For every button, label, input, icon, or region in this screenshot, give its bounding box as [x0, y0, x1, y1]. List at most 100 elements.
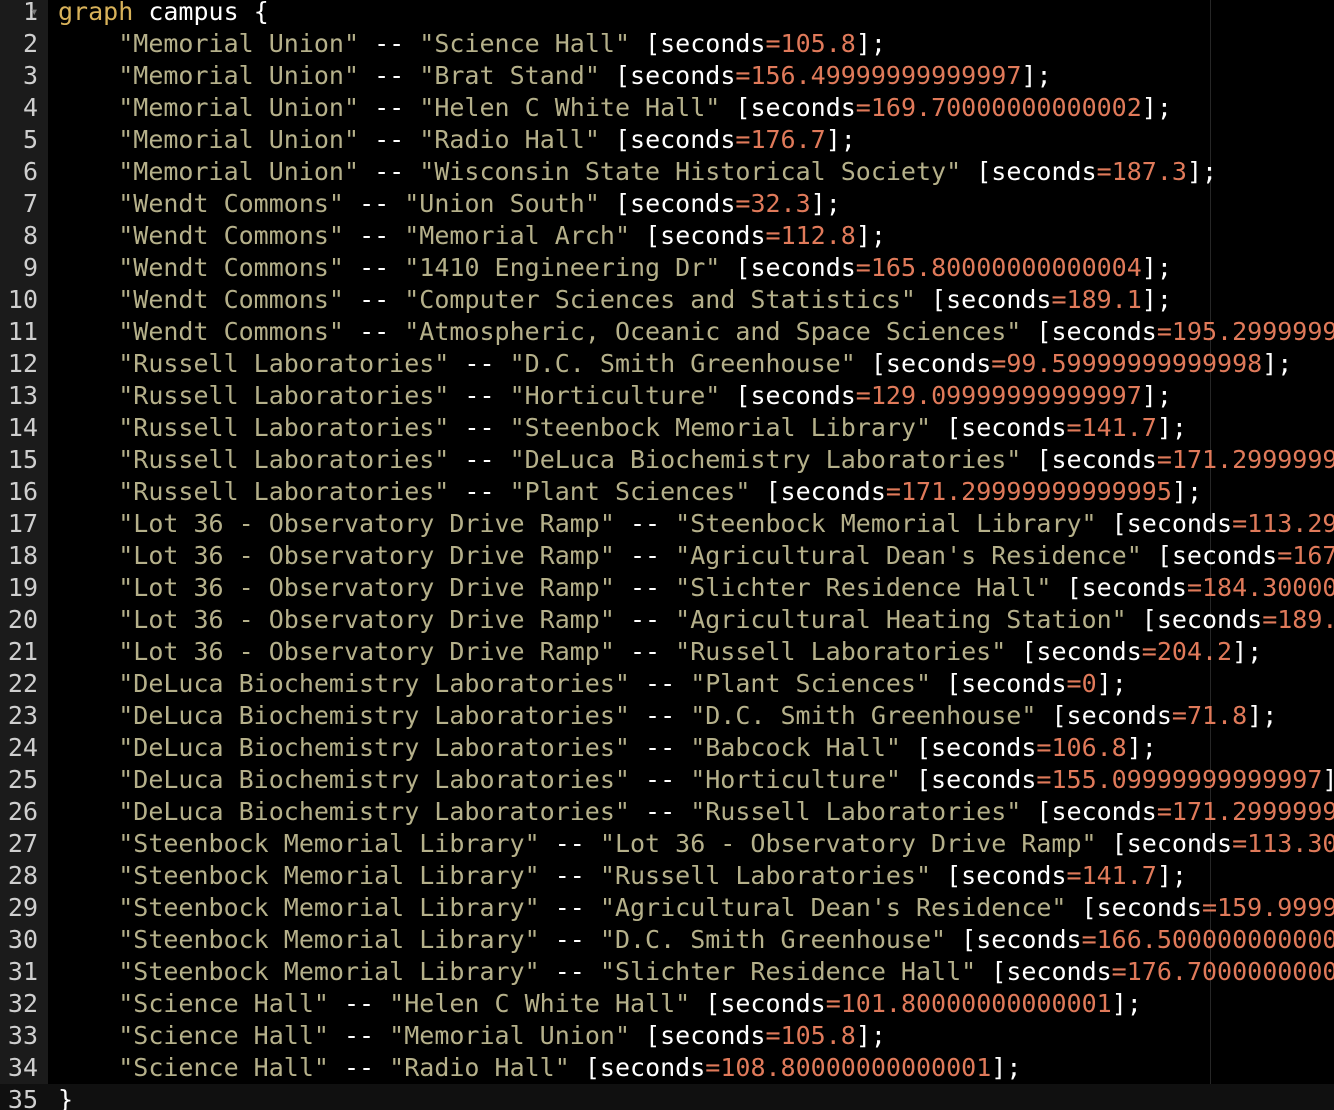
edge-operator: -- [359, 189, 390, 218]
attr-name: seconds [1156, 605, 1263, 634]
attr-equals: = [855, 381, 871, 410]
source-node: "Russell Laboratories" [118, 413, 450, 442]
code-line[interactable]: 19 "Lot 36 - Observatory Drive Ramp" -- … [0, 572, 1334, 604]
attr-equals: = [1036, 765, 1052, 794]
target-node: "Agricultural Dean's Residence" [675, 541, 1142, 570]
attr-equals: = [1156, 445, 1172, 474]
code-line[interactable]: 4 "Memorial Union" -- "Helen C White Hal… [0, 92, 1334, 124]
attr-value: 171.29999999999 [1171, 445, 1334, 474]
code-text: "DeLuca Biochemistry Laboratories" -- "B… [58, 732, 1157, 764]
target-node: "Plant Sciences" [509, 477, 751, 506]
code-line[interactable]: 3 "Memorial Union" -- "Brat Stand" [seco… [0, 60, 1334, 92]
code-line[interactable]: 22 "DeLuca Biochemistry Laboratories" --… [0, 668, 1334, 700]
code-line[interactable]: 17 "Lot 36 - Observatory Drive Ramp" -- … [0, 508, 1334, 540]
code-line[interactable]: 10 "Wendt Commons" -- "Computer Sciences… [0, 284, 1334, 316]
target-node: "Plant Sciences" [690, 669, 932, 698]
code-lines[interactable]: 1 ▾ graph campus {2 "Memorial Union" -- "S… [0, 0, 1334, 1110]
code-line[interactable]: 18 "Lot 36 - Observatory Drive Ramp" -- … [0, 540, 1334, 572]
line-end: ]; [1156, 861, 1187, 890]
code-line[interactable]: 13 "Russell Laboratories" -- "Horticultu… [0, 380, 1334, 412]
code-line[interactable]: 28 "Steenbock Memorial Library" -- "Russ… [0, 860, 1334, 892]
code-line[interactable]: 23 "DeLuca Biochemistry Laboratories" --… [0, 700, 1334, 732]
attr-equals: = [1081, 925, 1097, 954]
code-line[interactable]: 8 "Wendt Commons" -- "Memorial Arch" [se… [0, 220, 1334, 252]
attr-value: 167.59 [1292, 541, 1334, 570]
code-line[interactable]: 21 "Lot 36 - Observatory Drive Ramp" -- … [0, 636, 1334, 668]
code-line[interactable]: 12 "Russell Laboratories" -- "D.C. Smith… [0, 348, 1334, 380]
attr-name: seconds [750, 253, 856, 282]
source-node: "Science Hall" [118, 1021, 329, 1050]
code-line[interactable]: 33 "Science Hall" -- "Memorial Union" [s… [0, 1020, 1334, 1052]
attr-open-bracket: [ [946, 861, 962, 890]
code-line[interactable]: 35} [0, 1084, 1334, 1110]
edge-operator: -- [645, 765, 676, 794]
edge-operator: -- [374, 93, 405, 122]
code-editor[interactable]: 1 ▾ graph campus {2 "Memorial Union" -- "S… [0, 0, 1334, 1110]
code-line[interactable]: 16 "Russell Laboratories" -- "Plant Scie… [0, 476, 1334, 508]
attr-value: 171.29999999999995 [900, 477, 1172, 506]
line-number: 6 [22, 157, 38, 186]
line-end: ]; [825, 125, 856, 154]
attr-open-bracket: [ [976, 157, 992, 186]
attr-open-bracket: [ [735, 253, 751, 282]
code-line[interactable]: 30 "Steenbock Memorial Library" -- "D.C.… [0, 924, 1334, 956]
edge-operator: -- [554, 829, 585, 858]
attr-equals: = [1277, 541, 1293, 570]
code-line[interactable]: 32 "Science Hall" -- "Helen C White Hall… [0, 988, 1334, 1020]
edge-operator: -- [374, 61, 405, 90]
code-text: "Memorial Union" -- "Helen C White Hall"… [58, 92, 1172, 124]
code-text: "Russell Laboratories" -- "Horticulture"… [58, 380, 1172, 412]
code-line[interactable]: 1 ▾ graph campus { [0, 0, 1334, 28]
code-line[interactable]: 25 "DeLuca Biochemistry Laboratories" --… [0, 764, 1334, 796]
code-line[interactable]: 15 "Russell Laboratories" -- "DeLuca Bio… [0, 444, 1334, 476]
attr-value: 99.59999999999998 [1006, 349, 1263, 378]
line-number: 19 [7, 573, 38, 602]
target-node: "Wisconsin State Historical Society" [419, 157, 962, 186]
edge-operator: -- [645, 733, 676, 762]
code-line[interactable]: 34 "Science Hall" -- "Radio Hall" [secon… [0, 1052, 1334, 1084]
line-end: ]; [1262, 349, 1293, 378]
attr-name: seconds [946, 285, 1052, 314]
line-end: ]; [1141, 381, 1172, 410]
source-node: "Steenbock Memorial Library" [118, 861, 540, 890]
code-line[interactable]: 27 "Steenbock Memorial Library" -- "Lot … [0, 828, 1334, 860]
attr-open-bracket: [ [931, 285, 947, 314]
attr-open-bracket: [ [645, 221, 661, 250]
source-node: "Steenbock Memorial Library" [118, 829, 540, 858]
attr-equals: = [705, 1053, 721, 1082]
attr-value: 195.29999999999 [1171, 317, 1334, 346]
code-line[interactable]: 5 "Memorial Union" -- "Radio Hall" [seco… [0, 124, 1334, 156]
attr-open-bracket: [ [1081, 893, 1097, 922]
code-line[interactable]: 26 "DeLuca Biochemistry Laboratories" --… [0, 796, 1334, 828]
source-node: "Wendt Commons" [118, 253, 344, 282]
attr-name: seconds [1171, 541, 1278, 570]
code-line[interactable]: 14 "Russell Laboratories" -- "Steenbock … [0, 412, 1334, 444]
edge-operator: -- [645, 797, 676, 826]
code-line[interactable]: 7 "Wendt Commons" -- "Union South" [seco… [0, 188, 1334, 220]
line-number: 24 [7, 733, 38, 762]
code-line[interactable]: 31 "Steenbock Memorial Library" -- "Slic… [0, 956, 1334, 988]
code-text: "Lot 36 - Observatory Drive Ramp" -- "Ru… [58, 636, 1262, 668]
code-line[interactable]: 29 "Steenbock Memorial Library" -- "Agri… [0, 892, 1334, 924]
code-line[interactable]: 11 "Wendt Commons" -- "Atmospheric, Ocea… [0, 316, 1334, 348]
fold-arrow-icon[interactable]: ▾ [30, 0, 38, 28]
line-number: 8 [22, 221, 38, 250]
source-node: "DeLuca Biochemistry Laboratories" [118, 669, 630, 698]
target-node: "Helen C White Hall" [389, 989, 691, 1018]
attr-value: 105.8 [780, 1021, 856, 1050]
attr-value: 189.5000 [1277, 605, 1334, 634]
code-line[interactable]: 20 "Lot 36 - Observatory Drive Ramp" -- … [0, 604, 1334, 636]
code-line[interactable]: 6 "Memorial Union" -- "Wisconsin State H… [0, 156, 1334, 188]
attr-equals: = [1186, 573, 1202, 602]
code-line[interactable]: 2 "Memorial Union" -- "Science Hall" [se… [0, 28, 1334, 60]
attr-equals: = [1156, 797, 1172, 826]
attr-equals: = [735, 189, 751, 218]
code-line[interactable]: 24 "DeLuca Biochemistry Laboratories" --… [0, 732, 1334, 764]
source-node: "Lot 36 - Observatory Drive Ramp" [118, 573, 615, 602]
attr-equals: = [855, 93, 871, 122]
source-node: "Memorial Union" [118, 29, 360, 58]
code-line[interactable]: 9 "Wendt Commons" -- "1410 Engineering D… [0, 252, 1334, 284]
line-end: ]; [1126, 733, 1157, 762]
line-number: 27 [7, 829, 38, 858]
attr-open-bracket: [ [915, 733, 932, 762]
